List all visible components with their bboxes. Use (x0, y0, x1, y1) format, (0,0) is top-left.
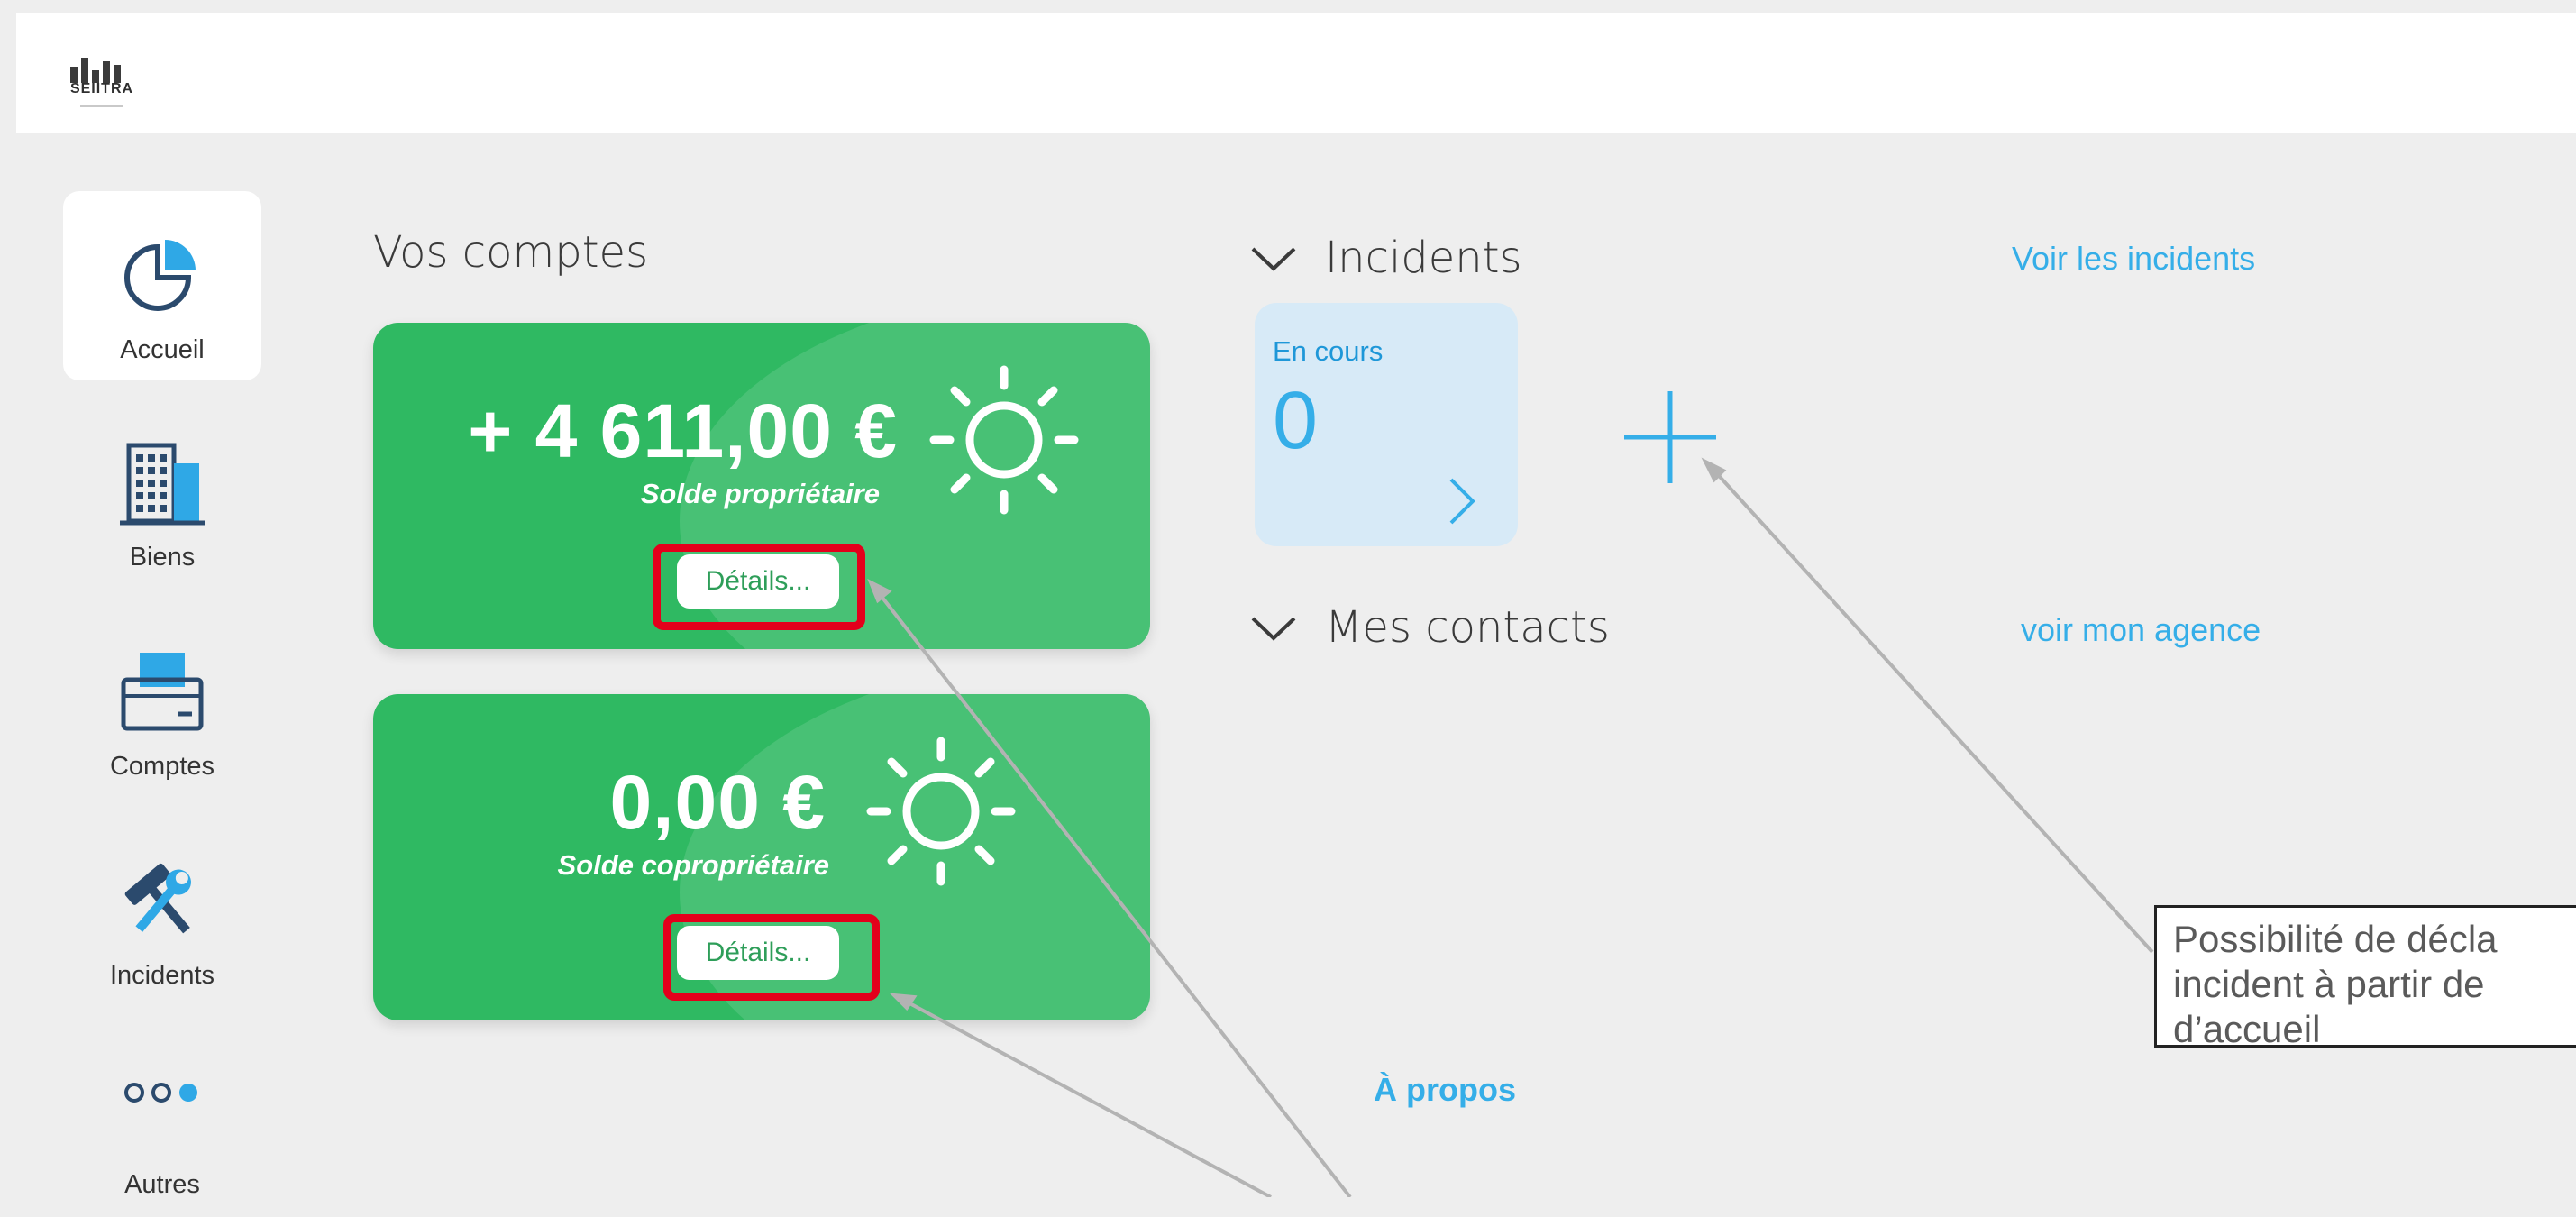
sun-icon (860, 730, 1022, 897)
details-button[interactable]: Détails... (677, 926, 839, 980)
printer-icon (113, 645, 212, 744)
building-icon (113, 436, 212, 535)
sidebar-item-label: Biens (129, 543, 196, 572)
chevron-down-icon[interactable] (1249, 243, 1298, 279)
tools-icon (113, 855, 212, 953)
sidebar-item-incidents[interactable]: Incidents (63, 819, 261, 1008)
sun-icon (923, 359, 1085, 526)
chevron-right-icon (1444, 474, 1480, 533)
incidents-title[interactable]: Incidents (1325, 233, 1522, 283)
annotation-line: Possibilité de décla (2173, 918, 2498, 960)
about-link[interactable]: À propos (1374, 1071, 1516, 1109)
logo-tagline-mark (52, 105, 151, 108)
incidents-in-progress-tile[interactable]: En cours 0 (1255, 303, 1518, 546)
account-card-owner[interactable]: + 4 611,00 € Solde propriétaire Détails.… (373, 323, 1150, 649)
sidebar-item-biens[interactable]: Biens (63, 400, 261, 590)
account-caption: Solde copropriétaire (557, 849, 829, 881)
account-amount: + 4 611,00 € (468, 389, 898, 473)
sidebar-item-comptes[interactable]: Comptes (63, 609, 261, 799)
details-button[interactable]: Détails... (677, 554, 839, 608)
account-caption: Solde propriétaire (640, 478, 880, 509)
annotation-line: incident à partir de (2173, 963, 2485, 1005)
account-amount: 0,00 € (609, 760, 826, 845)
sidebar-item-label: Comptes (109, 752, 215, 781)
pie-chart-icon (113, 229, 212, 324)
sidebar-item-label: Autres (124, 1170, 200, 1199)
brand-logo[interactable]: SEIITRA (52, 40, 151, 121)
brand-name: SEIITRA (69, 81, 134, 96)
incident-count: 0 (1273, 376, 1319, 466)
accounts-title: Vos comptes (373, 227, 649, 278)
annotation-callout: Possibilité de décla incident à partir d… (2154, 905, 2576, 1048)
annotation-line: d’accueil (2173, 1008, 2321, 1048)
sidebar: Accueil Biens Comptes Incidents Autres (63, 191, 261, 1199)
incident-status-label: En cours (1273, 335, 1384, 367)
more-dots-icon (113, 1075, 212, 1115)
sidebar-item-autres[interactable]: Autres (63, 1028, 261, 1217)
contacts-title[interactable]: Mes contacts (1325, 602, 1610, 653)
account-card-coowner[interactable]: 0,00 € Solde copropriétaire Détails... (373, 694, 1150, 1020)
sidebar-item-label: Incidents (109, 961, 215, 990)
sidebar-item-label: Accueil (120, 335, 205, 364)
add-incident-plus-icon[interactable] (1621, 388, 1720, 487)
top-bar: SEIITRA (16, 13, 2576, 133)
see-incidents-link[interactable]: Voir les incidents (2012, 240, 2255, 278)
sidebar-item-accueil[interactable]: Accueil (63, 191, 261, 380)
see-agency-link[interactable]: voir mon agence (2021, 611, 2261, 649)
logo-bars-icon (70, 56, 124, 83)
chevron-down-icon[interactable] (1249, 613, 1298, 648)
